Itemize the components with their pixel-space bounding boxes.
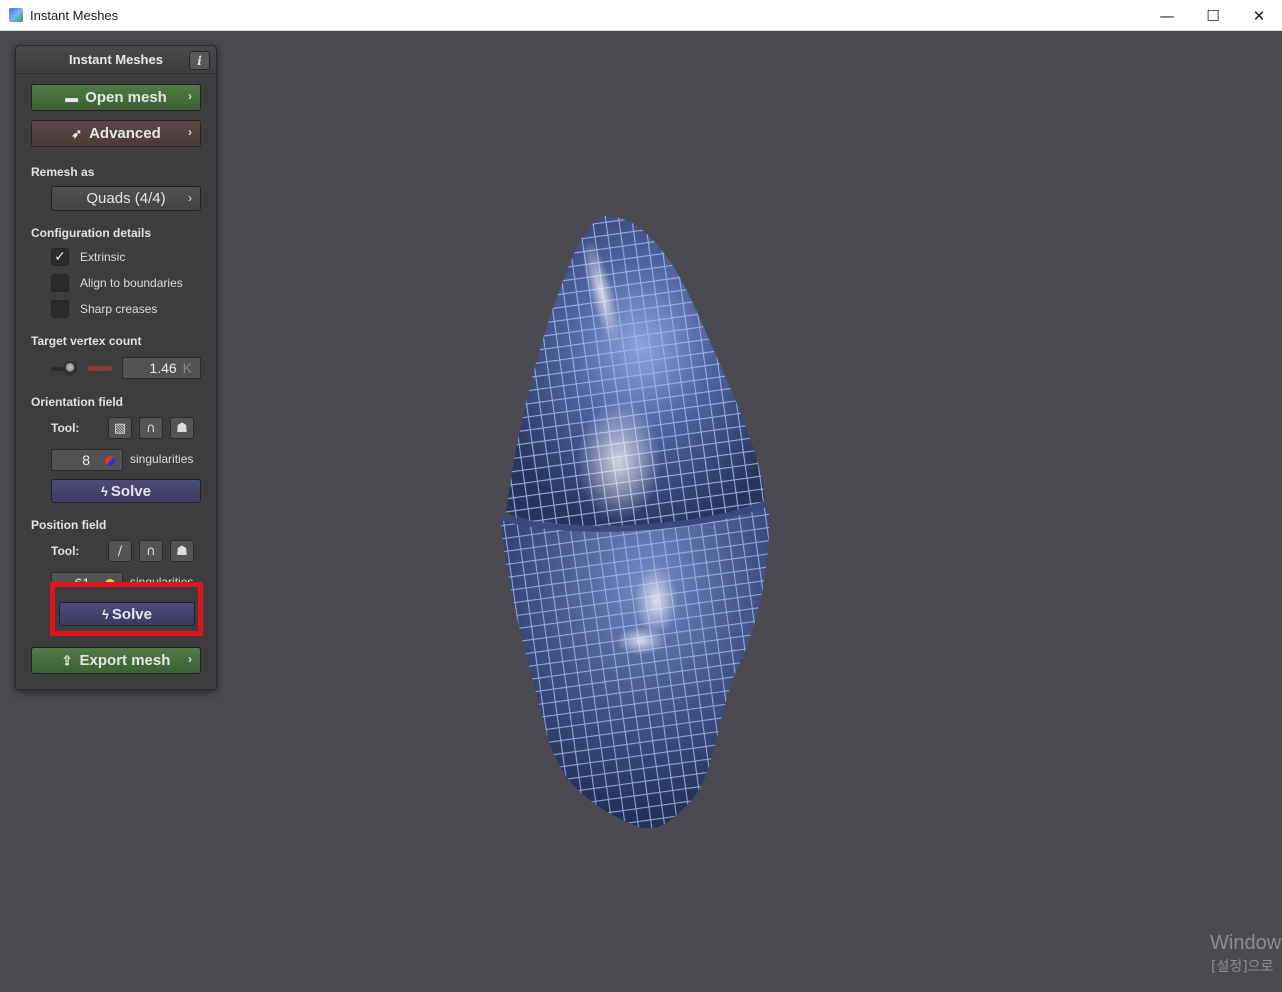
open-mesh-label: Open mesh <box>85 89 167 106</box>
comb-icon: ▧ <box>113 420 127 436</box>
sharp-creases-label: Sharp creases <box>80 302 158 316</box>
extrinsic-checkbox[interactable]: ✓ <box>51 248 69 266</box>
singularity-color-icon <box>105 456 115 466</box>
activation-watermark-subtitle: [설정]으로 <box>1211 959 1274 975</box>
window-title: Instant Meshes <box>30 7 119 23</box>
export-mesh-button[interactable]: ⇪ Export mesh › <box>31 647 201 674</box>
align-boundaries-option[interactable]: Align to boundaries <box>51 274 183 292</box>
lightning-icon: ϟ <box>101 483 108 499</box>
ghost-icon: ☗ <box>176 420 188 436</box>
align-boundaries-checkbox[interactable] <box>51 274 69 292</box>
remesh-as-label: Remesh as <box>31 165 95 179</box>
chevron-right-icon: › <box>188 89 192 103</box>
vertex-count-field[interactable]: 1.46 K <box>122 357 201 379</box>
vertex-count-value: 1.46 <box>149 360 177 376</box>
orientation-tool-label: Tool: <box>51 421 80 435</box>
sharp-creases-option[interactable]: Sharp creases <box>51 300 157 318</box>
orientation-solve-button[interactable]: ϟ Solve <box>51 479 201 503</box>
brush-tool-button[interactable]: ∕ <box>108 540 132 562</box>
vertex-count-unit: K <box>182 360 192 376</box>
activation-watermark-title: Window <box>1210 932 1282 954</box>
orientation-field-label: Orientation field <box>31 395 124 409</box>
remesh-mode-dropdown[interactable]: Quads (4/4) › <box>51 186 201 211</box>
open-mesh-button[interactable]: ▬ Open mesh › <box>31 84 201 111</box>
remesh-mode-value: Quads (4/4) <box>86 190 166 207</box>
magnet-tool-button[interactable]: ∩ <box>139 540 163 562</box>
advanced-button[interactable]: ➶ Advanced › <box>31 120 201 147</box>
magnet-icon: ∩ <box>146 420 156 436</box>
config-details-label: Configuration details <box>31 226 151 240</box>
orientation-singularities-field: 8 <box>51 449 123 471</box>
window-controls: — ☐ ✕ <box>1144 0 1282 31</box>
close-button[interactable]: ✕ <box>1236 0 1282 31</box>
extrinsic-label: Extrinsic <box>80 250 126 264</box>
magnet-tool-button[interactable]: ∩ <box>139 417 163 439</box>
minimize-button[interactable]: — <box>1144 0 1190 31</box>
orientation-singularities-label: singularities <box>130 452 194 466</box>
align-boundaries-label: Align to boundaries <box>80 276 183 290</box>
magnet-icon: ∩ <box>146 543 156 559</box>
maximize-button[interactable]: ☐ <box>1190 0 1236 31</box>
panel-header[interactable]: Instant Meshes i <box>16 46 216 74</box>
brush-icon: ∕ <box>117 543 123 559</box>
target-vertex-label: Target vertex count <box>31 334 142 348</box>
ghost-tool-button[interactable]: ☗ <box>170 540 194 562</box>
vertex-slider-range[interactable] <box>88 366 112 371</box>
extrinsic-option[interactable]: ✓ Extrinsic <box>51 248 125 266</box>
chevron-right-icon: › <box>188 125 192 139</box>
advanced-label: Advanced <box>89 125 161 142</box>
ghost-icon: ☗ <box>176 543 188 559</box>
orientation-solve-label: Solve <box>110 482 151 500</box>
chevron-right-icon: › <box>188 652 192 666</box>
vertex-slider-knob[interactable] <box>63 361 77 375</box>
rocket-icon: ➶ <box>71 125 83 141</box>
position-tool-label: Tool: <box>51 544 80 558</box>
position-field-label: Position field <box>31 518 107 532</box>
orientation-singularities-count: 8 <box>82 452 90 468</box>
folder-icon: ▬ <box>65 90 79 105</box>
chevron-right-icon: › <box>188 191 192 205</box>
title-bar: Instant Meshes — ☐ ✕ <box>0 0 1282 31</box>
export-mesh-label: Export mesh <box>79 652 171 669</box>
panel-title: Instant Meshes <box>69 52 163 67</box>
sharp-creases-checkbox[interactable] <box>51 300 69 318</box>
info-button[interactable]: i <box>189 51 210 70</box>
share-icon: ⇪ <box>61 652 73 668</box>
app-icon <box>9 8 23 22</box>
highlight-box <box>50 582 203 636</box>
ghost-tool-button[interactable]: ☗ <box>170 417 194 439</box>
comb-tool-button[interactable]: ▧ <box>108 417 132 439</box>
